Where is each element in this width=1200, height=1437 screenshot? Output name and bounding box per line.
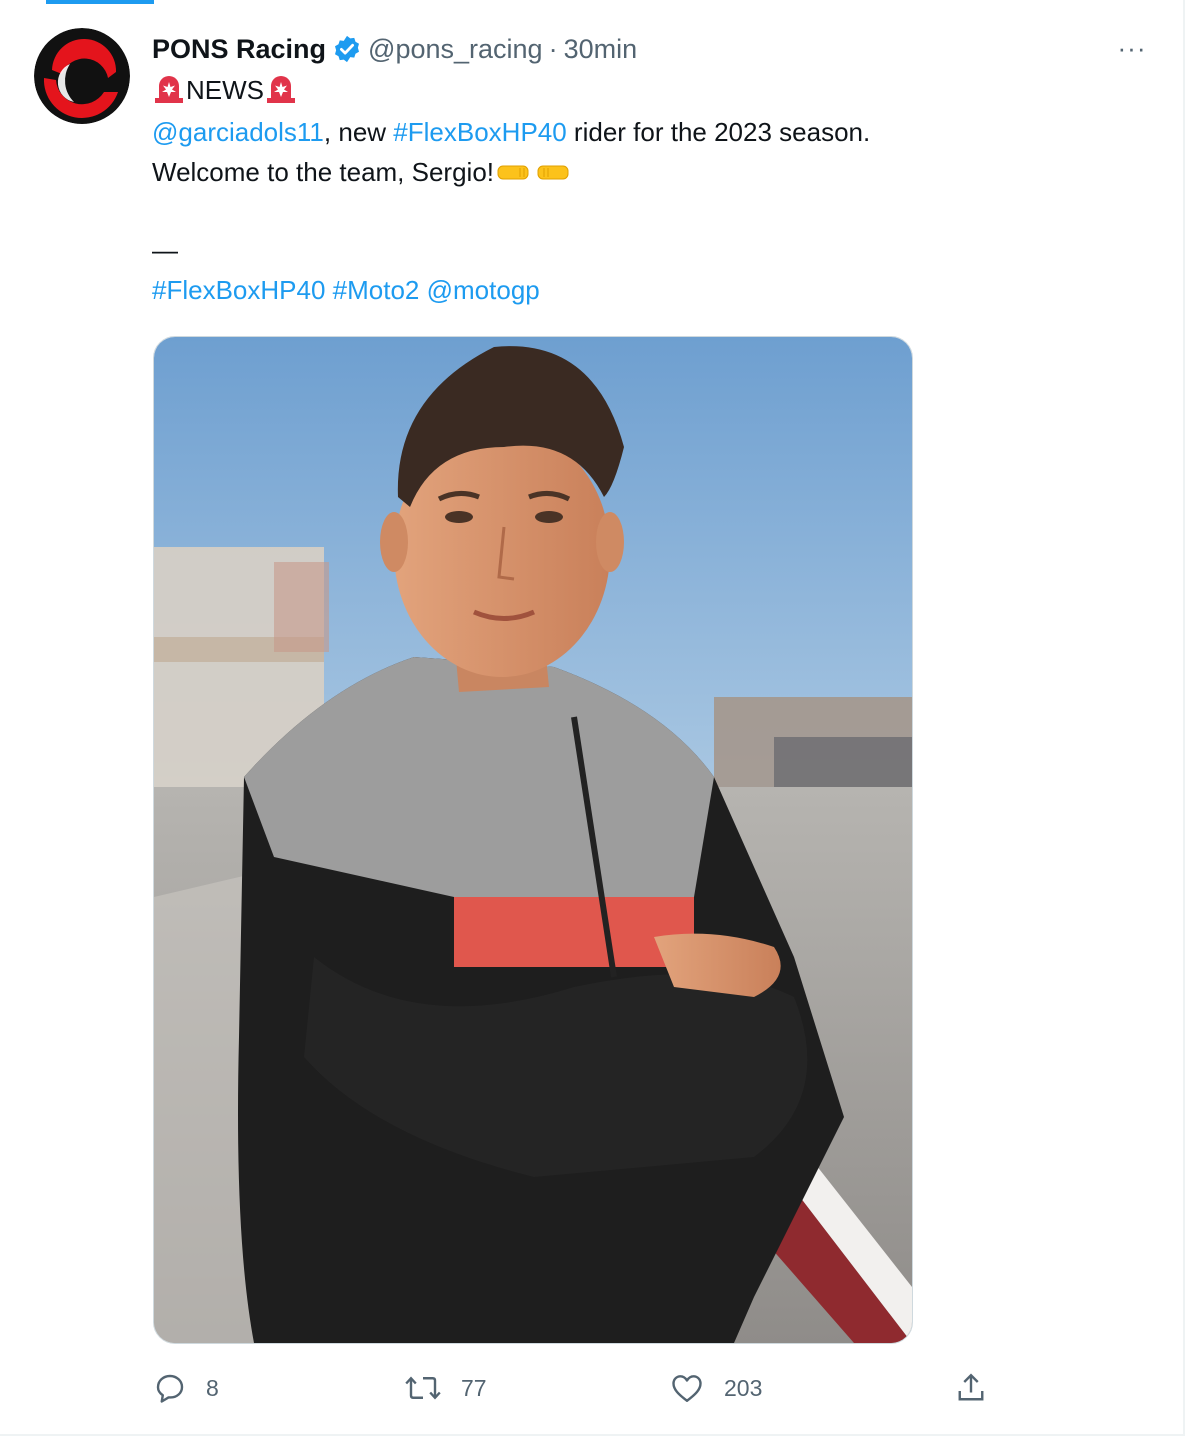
tweet-text-segment: rider for the 2023 season. — [566, 117, 871, 147]
rider-photo-icon — [154, 337, 912, 1343]
avatar[interactable] — [34, 28, 130, 124]
retweet-icon — [405, 1376, 441, 1400]
tweet-line-announcement: @garciadols11, new #FlexBoxHP40 rider fo… — [152, 112, 870, 152]
pons-racing-logo-icon — [34, 28, 130, 124]
tweet-text-segment: , new — [323, 117, 394, 147]
heart-icon — [672, 1375, 702, 1402]
tweet-header: PONS Racing @pons_racing · 30min — [152, 30, 637, 68]
author-name[interactable]: PONS Racing — [152, 34, 326, 65]
reply-icon — [156, 1374, 184, 1403]
rotating-light-icon — [152, 74, 186, 115]
tweet-text-segment: Welcome to the team, Sergio! — [152, 157, 495, 187]
retweet-count: 77 — [461, 1374, 487, 1401]
separator-dot: · — [548, 33, 558, 64]
tweet-timestamp[interactable]: 30min — [564, 34, 638, 65]
more-options-icon[interactable]: ··· — [1112, 30, 1152, 66]
mention-link[interactable]: @motogp — [427, 275, 540, 305]
reply-count: 8 — [206, 1374, 219, 1401]
hashtag-link[interactable]: #FlexBoxHP40 — [152, 275, 325, 305]
verified-badge-icon — [332, 34, 362, 64]
hashtag-link[interactable]: #Moto2 — [333, 275, 420, 305]
tweet-line-dash: — — [152, 235, 178, 265]
like-count: 203 — [724, 1374, 763, 1401]
retweet-button[interactable]: 77 — [403, 1368, 487, 1408]
tweet-line-news: NEWS — [152, 70, 298, 115]
share-icon — [958, 1373, 984, 1401]
rotating-light-icon — [264, 74, 298, 115]
news-label: NEWS — [186, 75, 264, 105]
fist-bump-icon — [494, 157, 576, 197]
tweet-line-welcome: Welcome to the team, Sergio! — [152, 152, 576, 197]
reply-button[interactable]: 8 — [152, 1368, 219, 1408]
tweet-line-tags: #FlexBoxHP40 #Moto2 @motogp — [152, 270, 540, 310]
author-handle[interactable]: @pons_racing — [368, 34, 543, 65]
mention-link[interactable]: @garciadols11 — [152, 117, 324, 147]
tweet-media-photo[interactable] — [153, 336, 913, 1344]
hashtag-link[interactable]: #FlexBoxHP40 — [393, 117, 566, 147]
share-button[interactable] — [952, 1368, 1008, 1408]
tweet-actions-bar: 8 77 203 — [0, 1368, 1184, 1408]
like-button[interactable]: 203 — [668, 1368, 762, 1408]
